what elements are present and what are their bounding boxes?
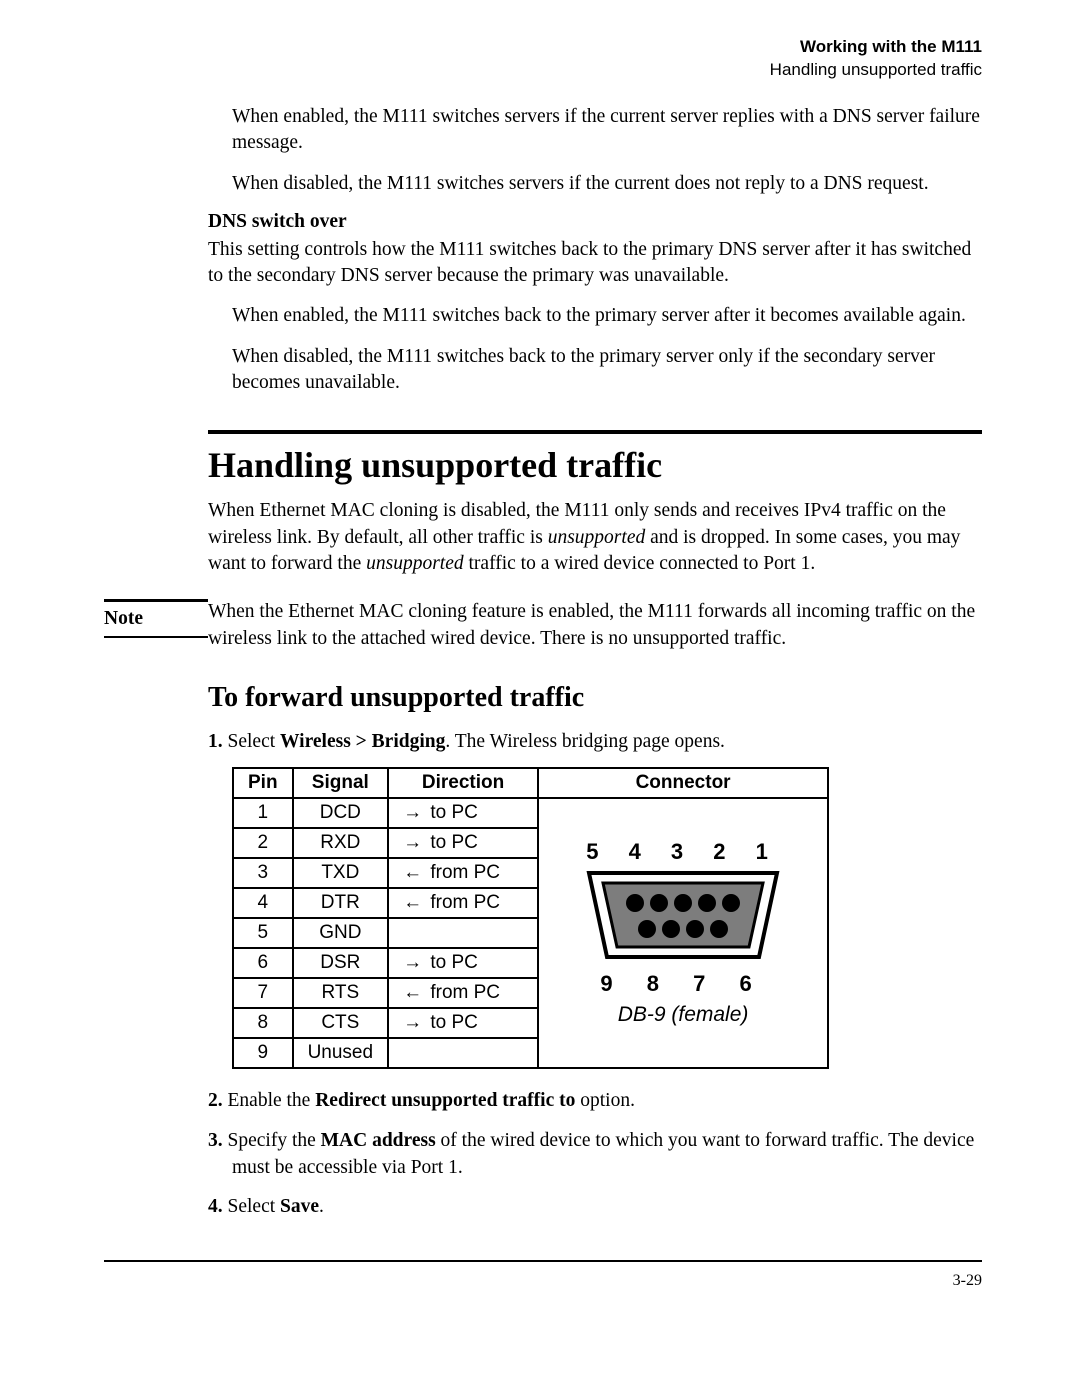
connector-cell: 5 4 3 2 1 (538, 798, 828, 1068)
section-rule (208, 430, 982, 434)
dir-text: from PC (430, 892, 500, 913)
cell-signal: DCD (293, 798, 389, 828)
cell-direction: → to PC (388, 1008, 538, 1038)
dir-text: to PC (430, 802, 478, 823)
cell-pin: 7 (233, 978, 293, 1008)
arrow-icon: → (403, 1012, 425, 1034)
cell-pin: 1 (233, 798, 293, 828)
running-head-plain: Handling unsupported traffic (770, 60, 982, 79)
db9-connector-icon (583, 867, 783, 963)
th-signal: Signal (293, 768, 389, 798)
steps-list-cont: Enable the Redirect unsupported traffic … (208, 1087, 982, 1220)
cell-signal: DTR (293, 888, 389, 918)
step-3: Specify the MAC address of the wired dev… (208, 1127, 982, 1182)
connector-caption: DB-9 (female) (553, 1003, 813, 1027)
step-4-bold: Save (280, 1196, 319, 1217)
cell-direction: ← from PC (388, 978, 538, 1008)
step-2-bold: Redirect unsupported traffic to (315, 1090, 575, 1111)
step-4-post: . (319, 1196, 324, 1217)
note-label-cell: Note (104, 599, 208, 652)
section-para-ital1: unsupported (548, 527, 646, 548)
arrow-icon: → (403, 832, 425, 854)
section-para-ital2: unsupported (366, 553, 464, 574)
subsection-title: To forward unsupported traffic (208, 682, 982, 714)
cell-direction (388, 1038, 538, 1068)
step-2-pre: Enable the (228, 1090, 316, 1111)
note-row: Note When the Ethernet MAC cloning featu… (104, 599, 982, 652)
para-enabled-switch: When enabled, the M111 switches servers … (232, 104, 982, 157)
dir-text: to PC (430, 952, 478, 973)
body-column-2: To forward unsupported traffic Select Wi… (208, 682, 982, 1220)
para-disabled-switch: When disabled, the M111 switches servers… (232, 171, 982, 197)
connector-bottom-labels: 9 8 7 6 (553, 971, 813, 997)
note-label: Note (104, 599, 208, 638)
arrow-icon: ← (403, 862, 425, 884)
step-2-post: option. (575, 1090, 635, 1111)
step-4: Select Save. (208, 1193, 982, 1220)
pin-table: Pin Signal Direction Connector 1 DCD → t… (232, 767, 829, 1069)
arrow-icon: → (403, 802, 425, 824)
th-pin: Pin (233, 768, 293, 798)
dir-text: to PC (430, 832, 478, 853)
dir-text: from PC (430, 862, 500, 883)
cell-direction (388, 918, 538, 948)
th-direction: Direction (388, 768, 538, 798)
step-1-pre: Select (228, 731, 281, 752)
dir-text: from PC (430, 982, 500, 1003)
step-3-pre: Specify the (228, 1130, 321, 1151)
step-1-bold: Wireless > Bridging (280, 731, 445, 752)
steps-list: Select Wireless > Bridging. The Wireless… (208, 728, 982, 755)
cell-pin: 6 (233, 948, 293, 978)
cell-direction: ← from PC (388, 858, 538, 888)
dns-switch-over-heading: DNS switch over (208, 211, 982, 233)
running-head-bold: Working with the M111 (800, 37, 982, 56)
body-column: When enabled, the M111 switches servers … (208, 104, 982, 577)
arrow-icon: ← (403, 892, 425, 914)
th-connector: Connector (538, 768, 828, 798)
dns-desc: This setting controls how the M111 switc… (208, 237, 982, 290)
note-body: When the Ethernet MAC cloning feature is… (208, 599, 982, 652)
page-number: 3-29 (953, 1272, 982, 1289)
page: Working with the M111 Handling unsupport… (0, 0, 1080, 1397)
cell-signal: Unused (293, 1038, 389, 1068)
table-row: 1 DCD → to PC 5 4 3 2 1 (233, 798, 828, 828)
dns-disabled: When disabled, the M111 switches back to… (232, 344, 982, 397)
footer: 3-29 (104, 1260, 982, 1290)
cell-signal: CTS (293, 1008, 389, 1038)
cell-pin: 4 (233, 888, 293, 918)
step-1: Select Wireless > Bridging. The Wireless… (208, 728, 982, 755)
cell-pin: 2 (233, 828, 293, 858)
arrow-icon: ← (403, 982, 425, 1004)
step-3-bold: MAC address (321, 1130, 436, 1151)
section-para: When Ethernet MAC cloning is disabled, t… (208, 498, 982, 577)
cell-pin: 8 (233, 1008, 293, 1038)
cell-signal: RXD (293, 828, 389, 858)
arrow-icon: → (403, 952, 425, 974)
connector-top-labels: 5 4 3 2 1 (553, 839, 813, 865)
step-2: Enable the Redirect unsupported traffic … (208, 1087, 982, 1114)
dns-enabled: When enabled, the M111 switches back to … (232, 303, 982, 329)
cell-direction: ← from PC (388, 888, 538, 918)
step-4-pre: Select (228, 1196, 281, 1217)
dir-text: to PC (430, 1012, 478, 1033)
section-para-post: traffic to a wired device connected to P… (464, 553, 816, 574)
cell-pin: 5 (233, 918, 293, 948)
pin-table-wrap: Pin Signal Direction Connector 1 DCD → t… (232, 767, 982, 1069)
cell-signal: TXD (293, 858, 389, 888)
cell-pin: 3 (233, 858, 293, 888)
cell-direction: → to PC (388, 948, 538, 978)
step-1-post: . The Wireless bridging page opens. (445, 731, 725, 752)
cell-signal: GND (293, 918, 389, 948)
section-title: Handling unsupported traffic (208, 444, 982, 486)
cell-signal: RTS (293, 978, 389, 1008)
cell-direction: → to PC (388, 798, 538, 828)
cell-direction: → to PC (388, 828, 538, 858)
table-header-row: Pin Signal Direction Connector (233, 768, 828, 798)
cell-pin: 9 (233, 1038, 293, 1068)
running-head: Working with the M111 Handling unsupport… (104, 36, 982, 82)
cell-signal: DSR (293, 948, 389, 978)
